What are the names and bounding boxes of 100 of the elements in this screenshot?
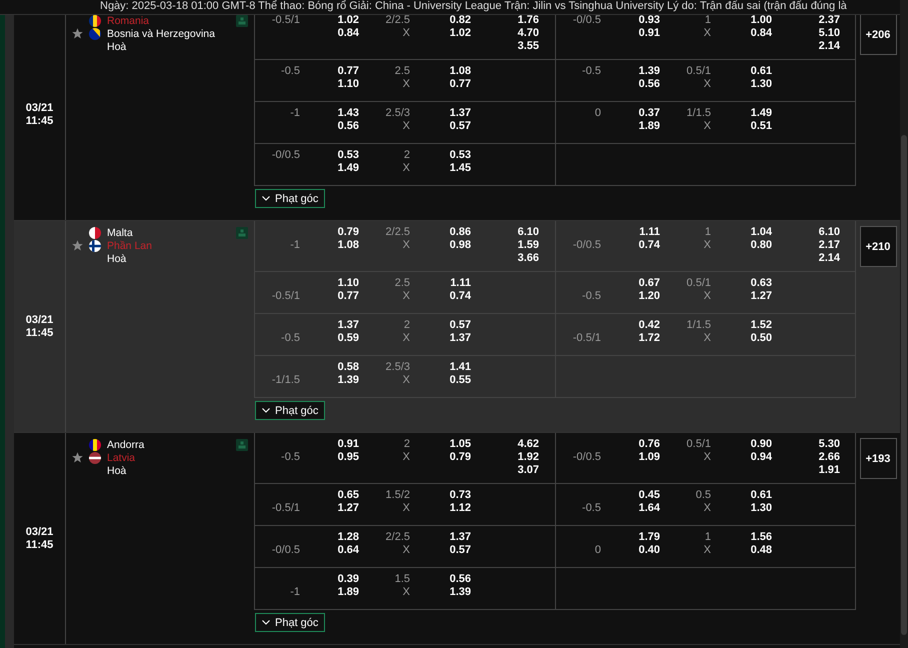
odds-value[interactable]: 0.56 (450, 573, 471, 585)
odds-value[interactable]: 1.52 (750, 319, 772, 331)
odds-value[interactable]: 0.65 (338, 489, 359, 501)
odds-value[interactable]: 1.45 (450, 162, 471, 174)
odds-value[interactable]: 0.58 (338, 361, 359, 373)
odds-value[interactable]: 6.10 (518, 226, 539, 238)
odds-value[interactable]: 3.55 (518, 40, 539, 52)
odds-value[interactable]: 0.45 (638, 489, 660, 501)
odds-value[interactable]: 0.37 (638, 107, 660, 119)
odds-value[interactable]: 0.74 (638, 239, 660, 251)
odds-value[interactable]: 0.57 (450, 319, 471, 331)
odds-value[interactable]: 0.40 (638, 544, 660, 556)
odds-value[interactable]: 0.63 (750, 277, 772, 289)
odds-value[interactable]: 0.53 (338, 149, 359, 161)
odds-value[interactable]: 0.57 (450, 120, 471, 132)
odds-value[interactable]: 1.76 (518, 14, 539, 26)
odds-value[interactable]: 1.28 (338, 531, 359, 543)
odds-value[interactable]: 1.12 (450, 502, 471, 514)
star-icon[interactable] (72, 28, 83, 39)
odds-value[interactable]: 0.57 (450, 544, 471, 556)
odds-value[interactable]: 1.00 (750, 14, 772, 26)
odds-value[interactable]: 0.50 (750, 332, 772, 344)
odds-value[interactable]: 0.98 (450, 239, 471, 251)
odds-value[interactable]: 1.79 (638, 531, 660, 543)
odds-value[interactable]: 1.37 (450, 107, 471, 119)
odds-value[interactable]: 1.56 (750, 531, 772, 543)
scrollbar[interactable] (900, 0, 908, 648)
odds-value[interactable]: 1.05 (450, 438, 471, 450)
odds-value[interactable]: 1.37 (338, 319, 359, 331)
odds-value[interactable]: 0.82 (450, 14, 471, 26)
odds-value[interactable]: 1.37 (450, 332, 471, 344)
odds-value[interactable]: 4.70 (518, 27, 539, 39)
odds-value[interactable]: 0.76 (638, 438, 660, 450)
odds-value[interactable]: 2.14 (818, 252, 840, 264)
odds-value[interactable]: 0.59 (338, 332, 359, 344)
odds-value[interactable]: 2.17 (818, 239, 840, 251)
odds-value[interactable]: 0.91 (638, 27, 660, 39)
star-icon[interactable] (72, 452, 83, 463)
odds-value[interactable]: 1.11 (639, 226, 660, 238)
stats-icon[interactable] (236, 439, 248, 451)
odds-value[interactable]: 1.92 (518, 451, 539, 463)
odds-value[interactable]: 1.27 (338, 502, 359, 514)
odds-value[interactable]: 1.04 (750, 226, 772, 238)
odds-value[interactable]: 0.74 (450, 290, 471, 302)
odds-value[interactable]: 1.43 (338, 107, 359, 119)
odds-value[interactable]: 0.39 (338, 573, 359, 585)
corner-toggle-button[interactable]: Phạt góc (255, 401, 325, 420)
odds-value[interactable]: 1.30 (750, 78, 772, 90)
more-markets-button[interactable]: +206 (860, 14, 896, 55)
odds-value[interactable]: 1.39 (638, 65, 660, 77)
odds-value[interactable]: 0.73 (450, 489, 471, 501)
odds-value[interactable]: 4.62 (518, 438, 539, 450)
odds-value[interactable]: 0.79 (338, 226, 359, 238)
odds-value[interactable]: 3.07 (518, 464, 539, 476)
odds-value[interactable]: 0.80 (750, 239, 772, 251)
odds-value[interactable]: 1.89 (638, 120, 660, 132)
odds-value[interactable]: 1.09 (638, 451, 660, 463)
odds-value[interactable]: 1.11 (450, 277, 471, 289)
odds-value[interactable]: 2.37 (818, 14, 840, 26)
odds-value[interactable]: 0.86 (450, 226, 471, 238)
more-markets-button[interactable]: +210 (860, 226, 896, 267)
odds-value[interactable]: 0.79 (450, 451, 471, 463)
odds-value[interactable]: 1.72 (638, 332, 660, 344)
stats-icon[interactable] (236, 227, 248, 239)
odds-value[interactable]: 1.64 (638, 502, 660, 514)
odds-value[interactable]: 0.53 (450, 149, 471, 161)
corner-toggle-button[interactable]: Phạt góc (255, 189, 325, 208)
odds-value[interactable]: 1.30 (750, 502, 772, 514)
odds-value[interactable]: 0.77 (338, 65, 359, 77)
odds-value[interactable]: 0.93 (638, 14, 660, 26)
odds-value[interactable]: 1.02 (450, 27, 471, 39)
odds-value[interactable]: 0.67 (638, 277, 660, 289)
odds-value[interactable]: 0.77 (450, 78, 471, 90)
odds-value[interactable]: 1.49 (338, 162, 359, 174)
odds-value[interactable]: 0.84 (338, 27, 359, 39)
odds-value[interactable]: 1.02 (338, 14, 359, 26)
odds-value[interactable]: 5.10 (818, 27, 840, 39)
odds-value[interactable]: 0.56 (338, 120, 359, 132)
odds-value[interactable]: 1.10 (338, 277, 359, 289)
odds-value[interactable]: 1.37 (450, 531, 471, 543)
odds-value[interactable]: 1.59 (518, 239, 539, 251)
odds-value[interactable]: 3.66 (518, 252, 539, 264)
odds-value[interactable]: 0.42 (638, 319, 660, 331)
odds-value[interactable]: 0.61 (750, 65, 772, 77)
odds-value[interactable]: 0.91 (338, 438, 359, 450)
odds-value[interactable]: 1.27 (750, 290, 772, 302)
stats-icon[interactable] (236, 15, 248, 27)
more-markets-button[interactable]: +193 (860, 438, 896, 479)
scrollbar-thumb[interactable] (901, 135, 907, 635)
odds-value[interactable]: 0.55 (450, 374, 471, 386)
odds-value[interactable]: 1.39 (450, 586, 471, 598)
odds-value[interactable]: 1.08 (450, 65, 471, 77)
odds-value[interactable]: 0.94 (750, 451, 772, 463)
odds-value[interactable]: 0.61 (750, 489, 772, 501)
odds-value[interactable]: 1.91 (818, 464, 840, 476)
odds-value[interactable]: 0.90 (750, 438, 772, 450)
odds-value[interactable]: 0.48 (750, 544, 772, 556)
odds-value[interactable]: 1.49 (750, 107, 772, 119)
odds-value[interactable]: 5.30 (818, 438, 840, 450)
odds-value[interactable]: 0.84 (750, 27, 772, 39)
